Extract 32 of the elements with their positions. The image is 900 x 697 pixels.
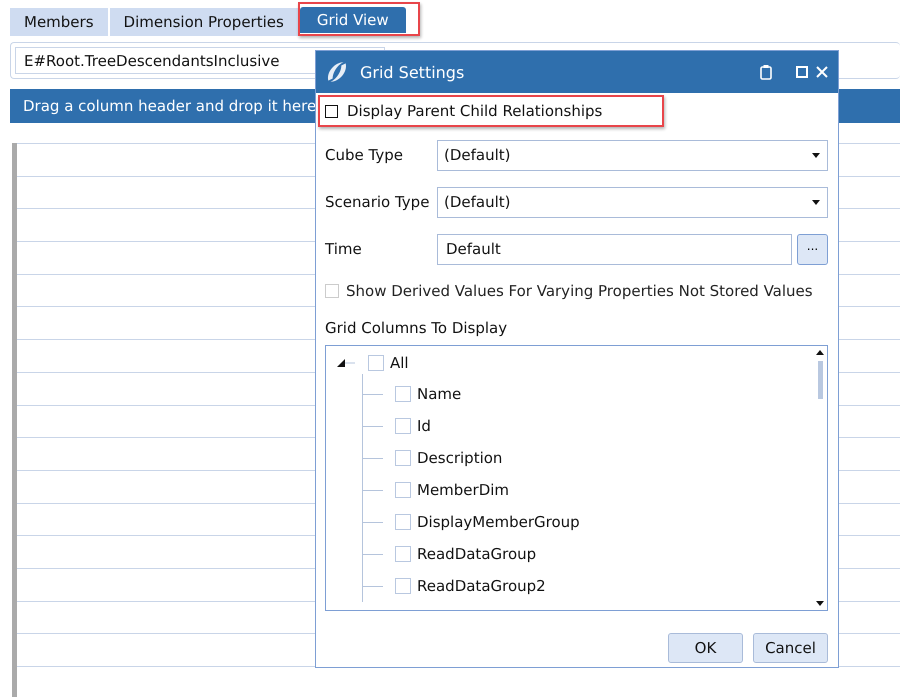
tree-item[interactable]: ReadDataGroup2 <box>395 577 546 595</box>
tab[interactable]: Dimension Properties <box>110 8 298 36</box>
checkbox[interactable] <box>325 104 338 118</box>
dropdown[interactable]: (Default) <box>437 140 828 170</box>
checkbox-option[interactable]: Display Parent Child Relationships <box>325 102 602 120</box>
field-label: Time <box>325 240 363 258</box>
dialog-button[interactable]: OK <box>668 633 743 663</box>
text-field[interactable]: Default <box>437 234 792 264</box>
section-label: Grid Columns To Display <box>325 319 508 337</box>
field-label: Cube Type <box>325 146 404 164</box>
clipboard-icon[interactable] <box>760 64 772 80</box>
tree-item[interactable]: MemberDim <box>395 481 510 499</box>
collapse-arrow-icon[interactable] <box>336 358 356 368</box>
close-icon[interactable] <box>816 66 828 78</box>
maximize-icon[interactable] <box>796 66 808 78</box>
browse-button[interactable]: ... <box>797 234 828 264</box>
dropdown[interactable]: (Default) <box>437 186 828 218</box>
tab[interactable]: Members <box>10 8 108 36</box>
tab[interactable]: Grid View <box>300 7 406 33</box>
tree-item[interactable]: DisplayMemberGroup <box>395 513 580 531</box>
group-panel-hint: Drag a column header and drop it here <box>23 97 316 115</box>
tree-item[interactable]: Name <box>395 385 462 403</box>
scroll-down-icon[interactable] <box>816 601 824 606</box>
tree-item[interactable]: All <box>368 354 409 372</box>
caret-icon[interactable] <box>812 200 820 204</box>
caret-icon[interactable] <box>812 152 820 158</box>
field-label: Scenario Type <box>325 193 430 211</box>
tree-item[interactable]: Id <box>395 417 431 435</box>
tree-item[interactable]: Description <box>395 449 502 467</box>
dialog-button[interactable]: Cancel <box>753 633 828 663</box>
tree-item[interactable]: ReadDataGroup <box>395 545 536 563</box>
scroll-up-icon[interactable] <box>816 350 824 355</box>
